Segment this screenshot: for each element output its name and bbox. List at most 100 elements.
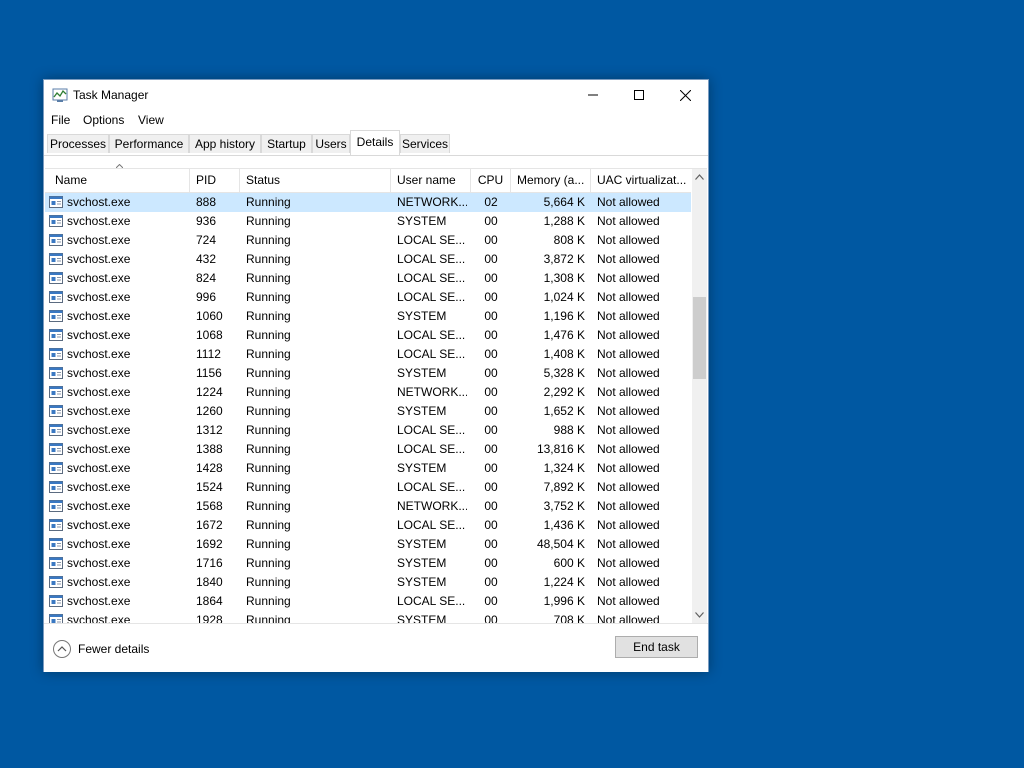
table-row[interactable]: svchost.exe 1312 Running LOCAL SE... 00 988 K… [45,421,691,440]
table-row[interactable]: svchost.exe 1568 Running NETWORK... 00 3,752 … [45,497,691,516]
table-row[interactable]: svchost.exe 1060 Running SYSTEM 00 1,196 K Not… [45,307,691,326]
task-manager-icon [52,88,68,102]
title-bar[interactable]: Task Manager [44,80,708,110]
scroll-thumb[interactable] [693,297,706,379]
chevron-up-circle-icon[interactable] [52,639,72,659]
table-row[interactable]: svchost.exe 1156 Running SYSTEM 00 5,328 K Not… [45,364,691,383]
table-row[interactable]: svchost.exe 936 Running SYSTEM 00 1,288 K Not … [45,212,691,231]
cell-uac-virtualization: Not allowed [597,480,660,494]
column-header-user-name[interactable]: User name [391,169,471,192]
cell-uac-virtualization: Not allowed [597,271,660,285]
cell-uac-virtualization: Not allowed [597,556,660,570]
cell-name: svchost.exe [67,499,131,513]
cell-cpu: 00 [484,518,498,532]
table-row[interactable]: svchost.exe 1672 Running LOCAL SE... 00 1,436… [45,516,691,535]
tab-performance[interactable]: Performance [109,134,189,153]
cell-status: Running [246,309,291,323]
table-row[interactable]: svchost.exe 1524 Running LOCAL SE... 00 7,892… [45,478,691,497]
table-row[interactable]: svchost.exe 1864 Running LOCAL SE... 00 1,996… [45,592,691,611]
cell-memory: 1,408 K [543,347,585,361]
cell-memory: 13,816 K [536,442,585,456]
cell-uac-virtualization: Not allowed [597,594,660,608]
cell-user-name: LOCAL SE... [397,442,466,456]
cell-name: svchost.exe [67,423,131,437]
tab-processes[interactable]: Processes [47,134,109,153]
table-row[interactable]: svchost.exe 996 Running LOCAL SE... 00 1,024 … [45,288,691,307]
menu-view[interactable]: View [138,113,164,127]
cell-pid: 1388 [196,442,223,456]
cell-user-name: LOCAL SE... [397,480,466,494]
cell-user-name: SYSTEM [397,575,447,589]
table-row[interactable]: svchost.exe 432 Running LOCAL SE... 00 3,872 … [45,250,691,269]
tab-services[interactable]: Services [400,134,450,153]
cell-uac-virtualization: Not allowed [597,499,660,513]
cell-pid: 1716 [196,556,223,570]
cell-user-name: LOCAL SE... [397,518,466,532]
cell-pid: 1312 [196,423,223,437]
cell-status: Running [246,252,291,266]
table-row[interactable]: svchost.exe 1068 Running LOCAL SE... 00 1,476… [45,326,691,345]
table-row[interactable]: svchost.exe 1840 Running SYSTEM 00 1,224 K Not… [45,573,691,592]
tab-app-history[interactable]: App history [189,134,261,153]
tab-startup[interactable]: Startup [261,134,312,153]
scroll-up-icon[interactable] [695,174,704,180]
process-window-icon [49,405,63,417]
cell-uac-virtualization: Not allowed [597,423,660,437]
cell-name: svchost.exe [67,461,131,475]
menu-file[interactable]: File [51,113,70,127]
cell-pid: 1156 [196,366,222,380]
menu-options[interactable]: Options [83,113,124,127]
table-header: Name PID Status User name CPU Memory (a.… [45,169,691,193]
cell-pid: 1672 [196,518,223,532]
column-header-memory[interactable]: Memory (a... [511,169,591,192]
cell-user-name: LOCAL SE... [397,423,466,437]
cell-user-name: LOCAL SE... [397,290,466,304]
cell-cpu: 00 [484,366,498,380]
table-row[interactable]: svchost.exe 824 Running LOCAL SE... 00 1,308 … [45,269,691,288]
table-row[interactable]: svchost.exe 888 Running NETWORK... 02 5,664 K… [45,193,691,212]
vertical-scrollbar[interactable] [692,169,707,624]
column-header-name[interactable]: Name [49,169,190,192]
process-window-icon [49,291,63,303]
cell-memory: 1,652 K [543,404,585,418]
maximize-button[interactable] [616,80,662,110]
cell-status: Running [246,423,291,437]
cell-status: Running [246,271,291,285]
cell-uac-virtualization: Not allowed [597,442,660,456]
column-header-pid[interactable]: PID [190,169,240,192]
table-row[interactable]: svchost.exe 724 Running LOCAL SE... 00 808 K N… [45,231,691,250]
column-header-status[interactable]: Status [240,169,391,192]
cell-memory: 2,292 K [543,385,585,399]
column-header-cpu[interactable]: CPU [471,169,511,192]
cell-user-name: LOCAL SE... [397,328,466,342]
cell-user-name: LOCAL SE... [397,271,466,285]
column-header-uac-virtualization[interactable]: UAC virtualizat... [591,169,691,192]
cell-pid: 996 [196,290,217,304]
scroll-down-icon[interactable] [695,612,704,618]
close-button[interactable] [662,80,708,110]
cell-cpu: 00 [484,214,498,228]
cell-status: Running [246,594,291,608]
table-row[interactable]: svchost.exe 1716 Running SYSTEM 00 600 K Not a… [45,554,691,573]
cell-status: Running [246,518,291,532]
table-row[interactable]: svchost.exe 1388 Running LOCAL SE... 00 13,81… [45,440,691,459]
cell-user-name: SYSTEM [397,537,447,551]
cell-user-name: NETWORK... [397,195,467,209]
table-row[interactable]: svchost.exe 1112 Running LOCAL SE... 00 1,408… [45,345,691,364]
cell-pid: 888 [196,195,217,209]
tab-details[interactable]: Details [350,130,400,155]
cell-memory: 5,328 K [543,366,585,380]
fewer-details-link[interactable]: Fewer details [78,642,149,656]
process-window-icon [49,367,63,379]
table-row[interactable]: svchost.exe 1260 Running SYSTEM 00 1,652 K Not… [45,402,691,421]
table-row[interactable]: svchost.exe 1224 Running NETWORK... 00 2,292 … [45,383,691,402]
minimize-icon [588,94,598,96]
cell-name: svchost.exe [67,537,131,551]
tab-users[interactable]: Users [312,134,350,153]
cell-cpu: 00 [484,556,498,570]
cell-pid: 1060 [196,309,223,323]
table-row[interactable]: svchost.exe 1692 Running SYSTEM 00 48,504 K No… [45,535,691,554]
table-row[interactable]: svchost.exe 1428 Running SYSTEM 00 1,324 K Not… [45,459,691,478]
minimize-button[interactable] [570,80,616,110]
end-task-button[interactable]: End task [615,636,698,658]
